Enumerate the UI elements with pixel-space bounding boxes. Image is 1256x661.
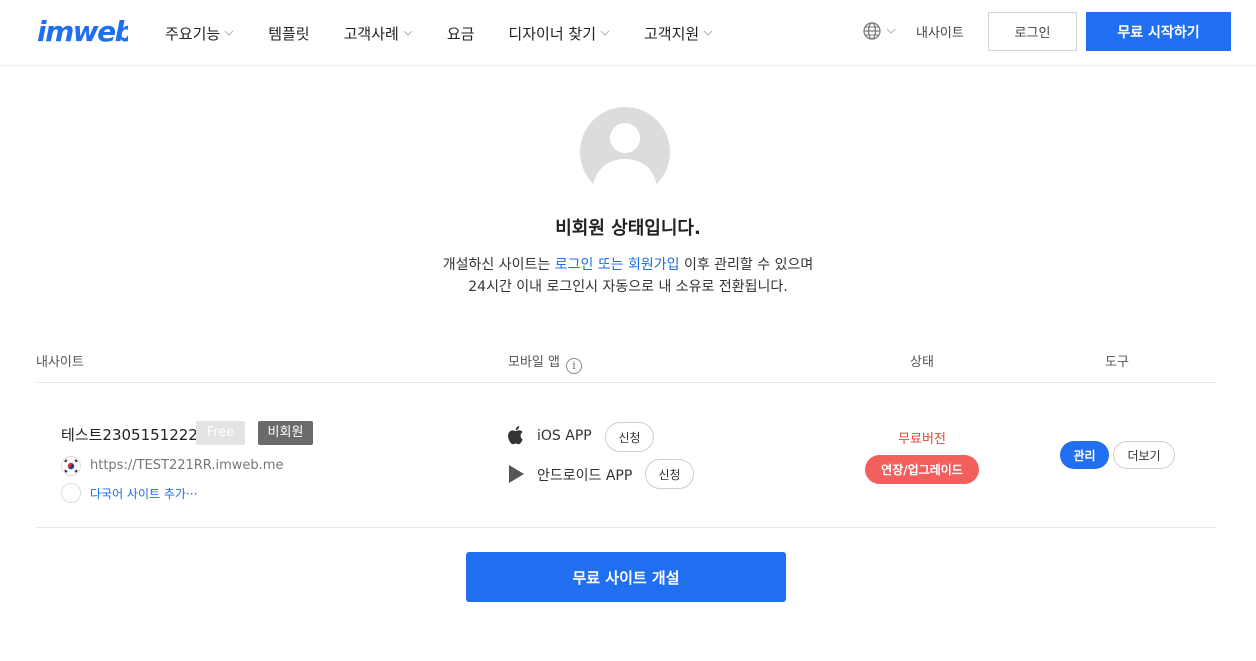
add-multilanguage-link[interactable]: 다국어 사이트 추가···: [90, 485, 197, 502]
column-header-site: 내사이트: [36, 355, 84, 370]
main-nav: 주요기능 템플릿 고객사례 요금 디자이너 찾기 고객지원: [165, 0, 747, 66]
login-signup-link[interactable]: 로그인 또는 회원가입: [555, 257, 680, 273]
chevron-down-icon: [600, 30, 610, 36]
column-header-tools: 도구: [1105, 355, 1129, 370]
start-free-button[interactable]: 무료 시작하기: [1086, 12, 1231, 51]
manage-button[interactable]: 관리: [1060, 441, 1109, 469]
divider: [36, 527, 1216, 528]
ios-app-label: iOS APP: [537, 428, 592, 444]
column-header-status: 상태: [910, 355, 934, 370]
create-free-site-button[interactable]: 무료 사이트 개설: [466, 552, 786, 602]
avatar-silhouette: [592, 123, 658, 197]
guest-status-title: 비회원 상태입니다.: [555, 218, 701, 239]
nav-features-label: 주요기능: [165, 24, 221, 43]
guest-status-description: 개설하신 사이트는 로그인 또는 회원가입 이후 관리할 수 있으며 24시간 …: [0, 254, 1256, 298]
free-version-status: 무료버전: [898, 432, 946, 447]
language-selector[interactable]: [862, 21, 896, 41]
info-icon[interactable]: i: [565, 358, 582, 374]
login-button[interactable]: 로그인: [988, 12, 1077, 51]
description-line-1: 개설하신 사이트는 로그인 또는 회원가입 이후 관리할 수 있으며: [0, 254, 1256, 276]
nav-features[interactable]: 주요기능: [165, 23, 234, 44]
android-apply-button[interactable]: 신청: [645, 459, 694, 489]
chevron-down-icon: [224, 30, 234, 36]
globe-icon: [863, 22, 881, 40]
apple-icon: [508, 426, 523, 445]
nav-cases-label: 고객사례: [343, 24, 399, 43]
nav-templates-label: 템플릿: [268, 24, 310, 43]
nav-support-label: 고객지원: [644, 24, 700, 43]
site-name: 테스트2305151222: [61, 426, 198, 444]
nav-templates[interactable]: 템플릿: [268, 23, 309, 44]
chevron-down-icon: [886, 28, 896, 34]
nav-cases[interactable]: 고객사례: [344, 23, 413, 44]
my-site-link[interactable]: 내사이트: [916, 22, 964, 41]
site-url-link[interactable]: https://TEST221RR.imweb.me: [90, 458, 283, 473]
member-badge: 비회원: [258, 421, 313, 445]
nav-pricing[interactable]: 요금: [447, 23, 475, 44]
nav-pricing-label: 요금: [446, 24, 475, 43]
description-line-2: 24시간 이내 로그인시 자동으로 내 소유로 전환됩니다.: [468, 279, 788, 295]
add-language-icon: [61, 483, 81, 503]
svg-text:imweb: imweb: [37, 15, 128, 48]
play-store-icon: [509, 465, 524, 483]
more-button[interactable]: 더보기: [1113, 441, 1175, 469]
description-text: 이후 관리할 수 있으며: [679, 257, 814, 273]
upgrade-button[interactable]: 연장/업그레이드: [865, 455, 979, 484]
android-app-label: 안드로이드 APP: [537, 468, 633, 484]
imweb-logo[interactable]: imweb: [36, 14, 128, 48]
korea-flag-icon: [61, 456, 81, 476]
chevron-down-icon: [703, 30, 713, 36]
divider: [36, 382, 1216, 383]
plan-badge: Free: [196, 421, 245, 445]
description-text: 개설하신 사이트는: [442, 257, 555, 273]
chevron-down-icon: [403, 30, 413, 36]
nav-support[interactable]: 고객지원: [644, 23, 713, 44]
nav-find-designer-label: 디자이너 찾기: [508, 24, 596, 43]
user-avatar-icon: [580, 107, 670, 197]
top-header: imweb 주요기능 템플릿 고객사례 요금 디자이너 찾기 고객지원 내사이트…: [0, 0, 1256, 66]
mobile-app-label: 모바일 앱: [508, 355, 560, 370]
nav-find-designer[interactable]: 디자이너 찾기: [508, 23, 610, 44]
ios-apply-button[interactable]: 신청: [605, 422, 654, 452]
column-header-mobile-app: 모바일 앱 i: [508, 351, 582, 374]
